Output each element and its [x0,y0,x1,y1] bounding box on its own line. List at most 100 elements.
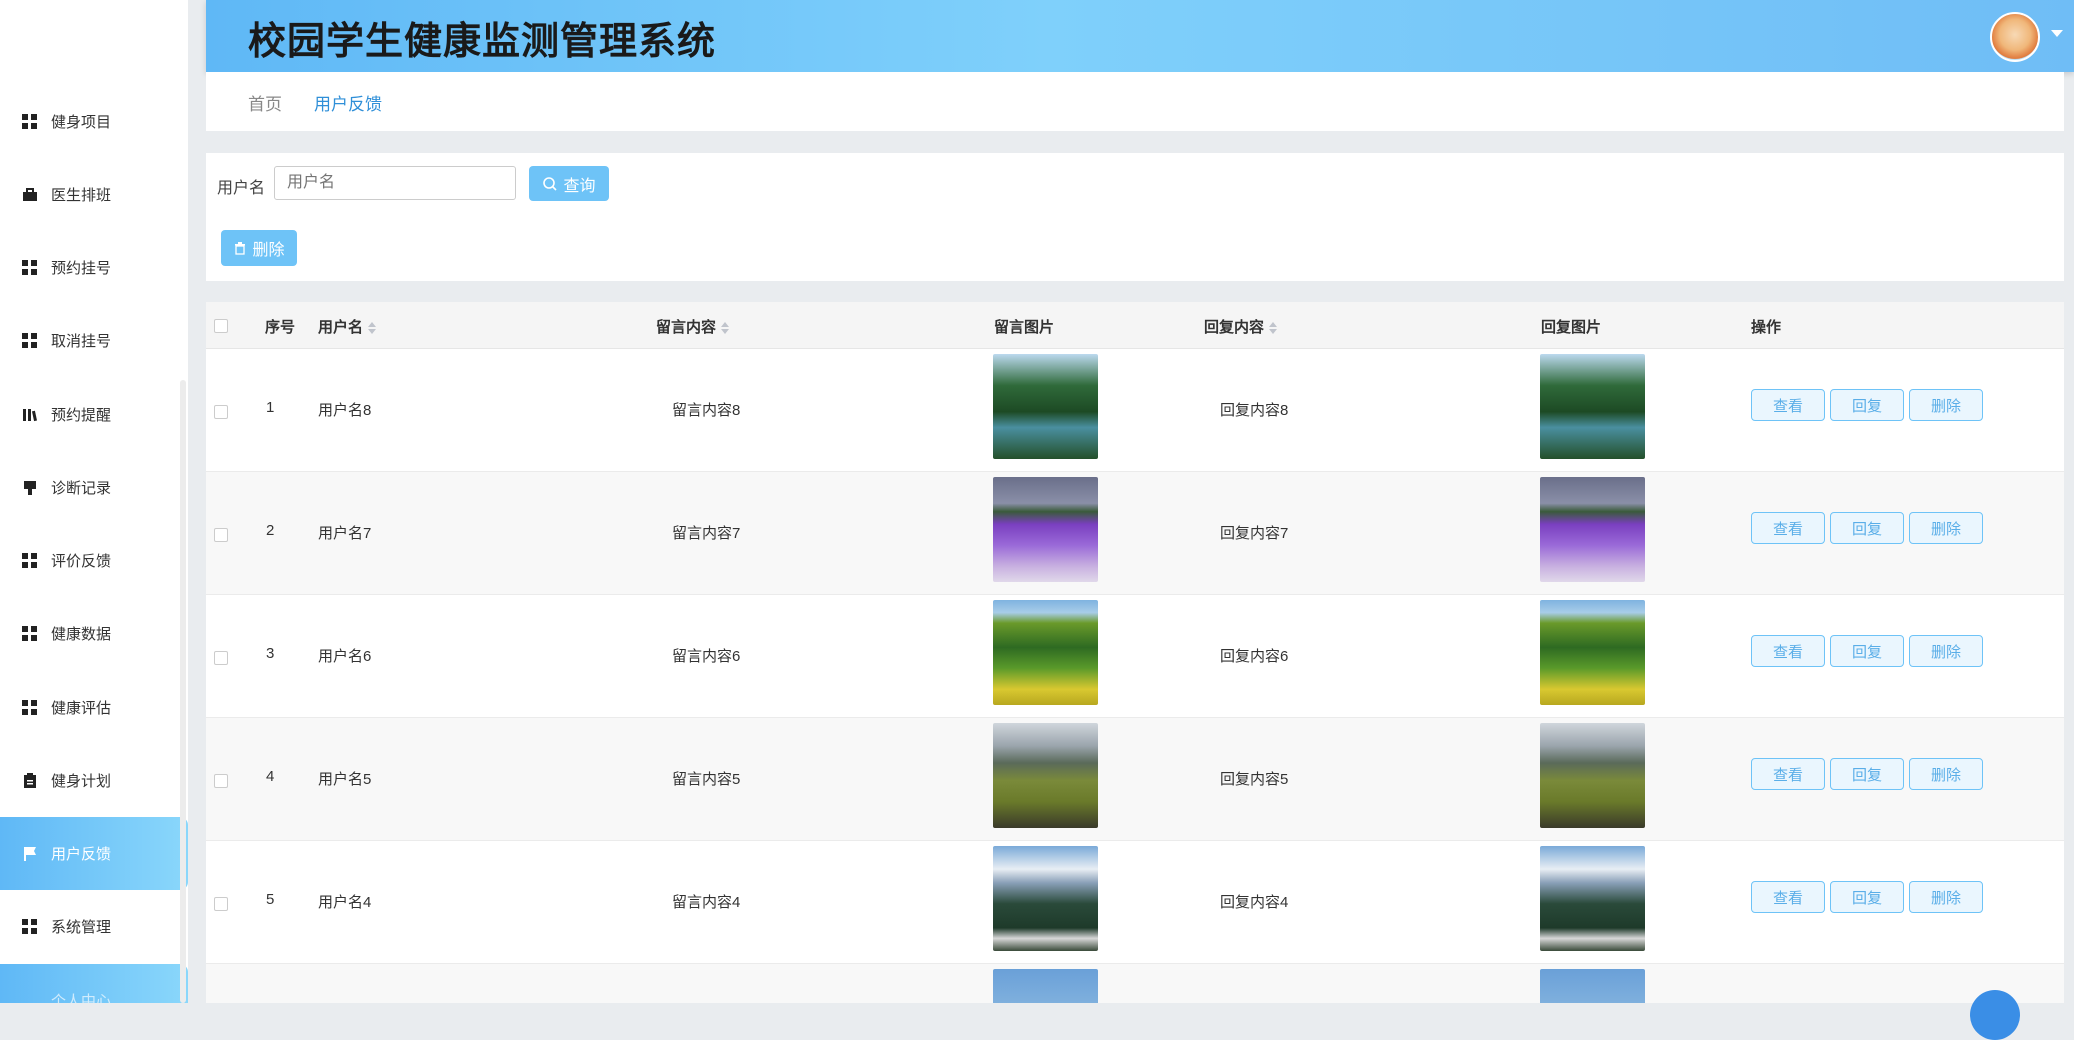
sidebar-item-system-management[interactable]: 系统管理 [0,890,188,963]
header-username[interactable]: 用户名 [318,316,377,337]
message-image-green-hills[interactable] [993,600,1098,705]
row-index: 4 [266,768,275,785]
sidebar-item-appointment[interactable]: 预约挂号 [0,231,188,304]
back-to-top-button[interactable] [1970,990,2020,1040]
sidebar-item-appointment-reminder[interactable]: 预约提醒 [0,378,188,451]
view-button[interactable]: 查看 [1751,758,1825,790]
message-image[interactable] [993,969,1098,1003]
delete-button[interactable]: 删除 [1909,635,1983,667]
delete-button[interactable]: 删除 [1909,512,1983,544]
header-message-text: 留言内容 [656,319,717,336]
table-row: 2 用户名7 留言内容7 回复内容7 查看 回复 删除 [206,472,2064,595]
reply-image-mountain-valley[interactable] [1540,723,1645,828]
sort-icon[interactable] [721,322,730,335]
row-index: 2 [266,522,275,539]
header-reply-image: 回复图片 [1541,319,1602,336]
reply-image-green-hills[interactable] [1540,600,1645,705]
sidebar-item-health-data[interactable]: 健康数据 [0,597,188,670]
reply-button[interactable]: 回复 [1830,635,1904,667]
delete-button[interactable]: 删除 [1909,758,1983,790]
table-row: 3 用户名6 留言内容6 回复内容6 查看 回复 删除 [206,595,2064,718]
view-button[interactable]: 查看 [1751,512,1825,544]
sidebar-item-label: 健康数据 [51,626,112,643]
header-reply[interactable]: 回复内容 [1204,316,1278,337]
sidebar-item-label: 系统管理 [51,919,112,936]
reply-image-snow-mountain[interactable] [1540,846,1645,951]
batch-delete-button[interactable]: 删除 [221,230,297,266]
avatar[interactable] [1990,12,2040,62]
grid-icon [22,918,38,935]
chevron-down-icon[interactable] [2051,30,2063,37]
select-all-checkbox[interactable] [214,319,228,333]
library-icon [22,407,38,423]
sidebar-item-fitness-projects[interactable]: 健身项目 [0,85,188,158]
row-checkbox[interactable] [214,897,228,911]
briefcase-icon [22,187,38,203]
feedback-table: 序号 用户名 留言内容 留言图片 回复内容 回复图片 操作 1 用户名8 留言内… [206,302,2064,1003]
reply-button[interactable]: 回复 [1830,881,1904,913]
breadcrumb-home[interactable]: 首页 [248,90,282,115]
row-checkbox[interactable] [214,528,228,542]
reply-image-forest-river[interactable] [1540,354,1645,459]
sidebar-item-user-feedback[interactable]: 用户反馈 [0,817,188,890]
view-button[interactable]: 查看 [1751,881,1825,913]
message-image-snow-mountain[interactable] [993,846,1098,951]
batch-delete-label: 删除 [252,242,285,259]
sidebar-item-label: 医生排班 [51,187,112,204]
reply-image[interactable] [1540,969,1645,1003]
sidebar: 健身项目 医生排班 预约挂号 取消挂号 预约提醒 诊断记录 评价反馈 健康数据 … [0,0,188,1003]
row-reply: 回复内容7 [1220,525,1289,542]
table-row [206,964,2064,1003]
row-reply: 回复内容5 [1220,771,1289,788]
sidebar-item-diagnosis-records[interactable]: 诊断记录 [0,451,188,524]
row-checkbox[interactable] [214,405,228,419]
breadcrumb: 首页 用户反馈 [206,72,2064,131]
header-index: 序号 [265,319,296,336]
row-index: 3 [266,645,275,662]
row-username: 用户名6 [318,648,372,665]
header-reply-text: 回复内容 [1204,319,1265,336]
sidebar-item-cancel-appointment[interactable]: 取消挂号 [0,304,188,377]
header-username-text: 用户名 [318,319,364,336]
sidebar-item-review-feedback[interactable]: 评价反馈 [0,524,188,597]
sidebar-item-fitness-plan[interactable]: 健身计划 [0,744,188,817]
delete-button[interactable]: 删除 [1909,881,1983,913]
top-header: 校园学生健康监测管理系统 [206,0,2074,72]
delete-button[interactable]: 删除 [1909,389,1983,421]
query-button[interactable]: 查询 [529,166,609,201]
reply-button[interactable]: 回复 [1830,758,1904,790]
row-reply: 回复内容4 [1220,894,1289,911]
message-image-mountain-valley[interactable] [993,723,1098,828]
reply-image-lavender-field[interactable] [1540,477,1645,582]
header-actions: 操作 [1751,319,1782,336]
header-message[interactable]: 留言内容 [656,316,730,337]
reply-button[interactable]: 回复 [1830,389,1904,421]
row-username: 用户名5 [318,771,372,788]
row-username: 用户名7 [318,525,372,542]
sort-icon[interactable] [368,322,377,335]
search-icon [543,176,558,191]
sidebar-item-label: 预约提醒 [51,407,112,424]
sidebar-item-health-assessment[interactable]: 健康评估 [0,671,188,744]
sidebar-item-label: 预约挂号 [51,260,112,277]
sidebar-item-doctor-schedule[interactable]: 医生排班 [0,158,188,231]
row-reply: 回复内容6 [1220,648,1289,665]
reply-button[interactable]: 回复 [1830,512,1904,544]
sort-icon[interactable] [1269,322,1278,335]
row-checkbox[interactable] [214,651,228,665]
view-button[interactable]: 查看 [1751,635,1825,667]
row-message: 留言内容4 [672,894,741,911]
row-index: 1 [266,399,275,416]
message-image-forest-river[interactable] [993,354,1098,459]
row-checkbox[interactable] [214,774,228,788]
sidebar-item-label: 诊断记录 [51,480,112,497]
sidebar-scrollbar[interactable] [180,380,186,1003]
app-title: 校园学生健康监测管理系统 [248,21,717,63]
search-input[interactable] [274,166,516,200]
view-button[interactable]: 查看 [1751,389,1825,421]
sidebar-item-personal-center[interactable]: 个人中心 [0,964,188,1003]
sidebar-item-label: 评价反馈 [51,553,112,570]
grid-icon [22,113,38,130]
row-username: 用户名8 [318,402,372,419]
message-image-lavender-field[interactable] [993,477,1098,582]
